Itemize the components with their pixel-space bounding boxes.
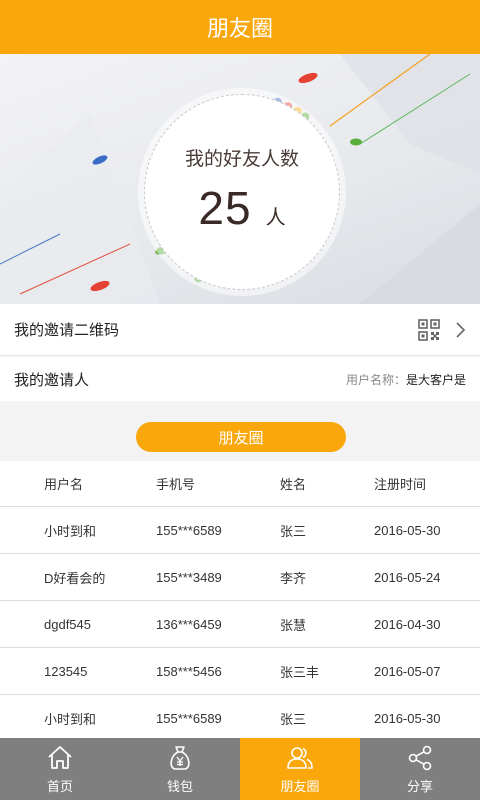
- friend-count-banner: 我的好友人数 25 人: [0, 54, 480, 304]
- friend-count-unit: 人: [265, 206, 286, 229]
- column-header-register-time: 注册时间: [374, 477, 427, 492]
- friends-icon: [287, 746, 313, 769]
- tab-share[interactable]: 分享: [360, 738, 480, 800]
- friends-section-tab[interactable]: 朋友圈: [136, 422, 346, 452]
- tab-home[interactable]: 首页: [0, 738, 120, 800]
- table-row[interactable]: 小时到和 155***6589 张三 2016-05-30: [0, 507, 480, 554]
- cell-phone: 155***6589: [156, 522, 222, 538]
- cell-register-time: 2016-05-24: [374, 569, 441, 585]
- friend-count-circle: 我的好友人数 25 人: [144, 94, 340, 290]
- cell-phone: 155***3489: [156, 569, 222, 585]
- cell-username: 小时到和: [44, 711, 97, 727]
- wallet-icon: [170, 745, 190, 770]
- cell-phone: 158***5456: [156, 663, 222, 679]
- cell-name: 张三: [280, 523, 307, 539]
- cell-username: 小时到和: [44, 523, 97, 539]
- cell-name: 张三丰: [280, 664, 320, 680]
- inviter-row: 我的邀请人 用户名称： 是大客户是: [0, 357, 480, 401]
- cell-register-time: 2016-05-30: [374, 710, 441, 726]
- cell-phone: 155***6589: [156, 710, 222, 726]
- tab-friends-label: 朋友圈: [280, 778, 320, 794]
- table-row[interactable]: D好看会的 155***3489 李齐 2016-05-24: [0, 554, 480, 601]
- cell-username: dgdf545: [44, 616, 91, 632]
- page-title: 朋友圈: [206, 16, 273, 41]
- chevron-right-icon: [456, 321, 466, 338]
- friend-count-number: 25: [198, 181, 252, 234]
- inviter-name-key: 用户名称：: [345, 372, 406, 387]
- qr-code-icon: [418, 318, 440, 341]
- table-header-row: 用户名 手机号 姓名 注册时间: [0, 461, 480, 507]
- cell-register-time: 2016-05-07: [374, 663, 441, 679]
- table-row[interactable]: 小时到和 155***6589 张三 2016-05-30: [0, 695, 480, 742]
- column-header-phone: 手机号: [156, 477, 196, 492]
- cell-register-time: 2016-05-30: [374, 522, 441, 538]
- table-row[interactable]: 123545 158***5456 张三丰 2016-05-07: [0, 648, 480, 695]
- tab-friends[interactable]: 朋友圈: [240, 738, 360, 800]
- cell-name: 李齐: [280, 570, 307, 586]
- inviter-label: 我的邀请人: [14, 371, 90, 389]
- friend-count-label: 我的好友人数: [184, 148, 299, 170]
- tab-share-label: 分享: [406, 778, 433, 794]
- cell-username: D好看会的: [44, 570, 106, 586]
- tab-wallet-label: 钱包: [166, 778, 193, 794]
- app-header: 朋友圈: [0, 0, 480, 54]
- cell-name: 张三: [280, 711, 307, 727]
- table-row[interactable]: dgdf545 136***6459 张慧 2016-04-30: [0, 601, 480, 648]
- column-header-username: 用户名: [44, 477, 84, 492]
- cell-register-time: 2016-04-30: [374, 616, 441, 632]
- column-header-name: 姓名: [280, 477, 307, 492]
- share-icon: [408, 745, 432, 770]
- home-icon: [48, 745, 72, 769]
- inviter-name-value: 是大客户是: [405, 372, 466, 387]
- tab-wallet[interactable]: 钱包: [120, 738, 240, 800]
- friend-count-value-row: 25 人: [198, 181, 285, 235]
- cell-name: 张慧: [280, 617, 307, 633]
- cell-phone: 136***6459: [156, 616, 222, 632]
- friends-table: 用户名 手机号 姓名 注册时间 小时到和 155***6589 张三 2016-…: [0, 461, 480, 742]
- invite-qr-code-label: 我的邀请二维码: [14, 322, 120, 339]
- tab-home-label: 首页: [46, 778, 73, 794]
- invite-qr-code-row[interactable]: 我的邀请二维码: [0, 304, 480, 356]
- cell-username: 123545: [44, 663, 88, 679]
- bottom-tab-bar: 首页 钱包 朋友圈 分享: [0, 738, 480, 800]
